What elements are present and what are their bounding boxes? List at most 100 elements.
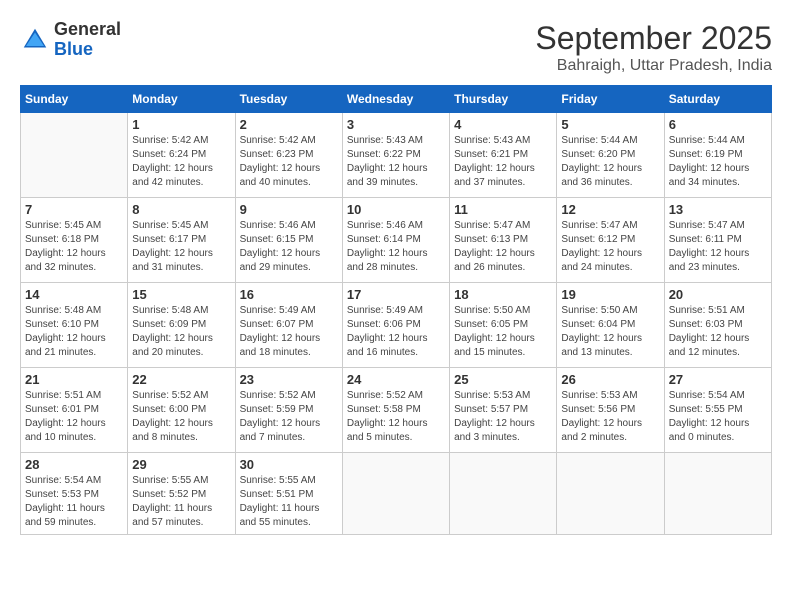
calendar-cell: 19 Sunrise: 5:50 AM Sunset: 6:04 PM Dayli… <box>557 283 664 368</box>
cell-info: Sunrise: 5:43 AM Sunset: 6:22 PM Dayligh… <box>347 134 445 190</box>
day-number: 8 <box>132 202 230 217</box>
day-number: 6 <box>669 117 767 132</box>
logo-text: General Blue <box>54 20 121 60</box>
calendar-cell: 16 Sunrise: 5:49 AM Sunset: 6:07 PM Dayli… <box>235 283 342 368</box>
day-number: 28 <box>25 457 123 472</box>
day-number: 1 <box>132 117 230 132</box>
day-number: 10 <box>347 202 445 217</box>
cell-info: Sunrise: 5:50 AM Sunset: 6:05 PM Dayligh… <box>454 304 552 360</box>
day-number: 16 <box>240 287 338 302</box>
calendar-cell: 20 Sunrise: 5:51 AM Sunset: 6:03 PM Dayli… <box>664 283 771 368</box>
cell-info: Sunrise: 5:44 AM Sunset: 6:20 PM Dayligh… <box>561 134 659 190</box>
day-number: 24 <box>347 372 445 387</box>
day-number: 18 <box>454 287 552 302</box>
calendar-cell <box>342 453 449 535</box>
calendar-cell: 9 Sunrise: 5:46 AM Sunset: 6:15 PM Daylig… <box>235 198 342 283</box>
month-title: September 2025 <box>535 20 772 57</box>
day-number: 9 <box>240 202 338 217</box>
calendar-cell: 30 Sunrise: 5:55 AM Sunset: 5:51 PM Dayli… <box>235 453 342 535</box>
day-number: 20 <box>669 287 767 302</box>
cell-info: Sunrise: 5:48 AM Sunset: 6:10 PM Dayligh… <box>25 304 123 360</box>
calendar-cell: 17Sunrise: 5:49 AM Sunset: 6:06 PM Dayli… <box>342 283 449 368</box>
calendar-cell: 14 Sunrise: 5:48 AM Sunset: 6:10 PM Dayli… <box>21 283 128 368</box>
day-number: 22 <box>132 372 230 387</box>
logo-icon <box>20 25 50 55</box>
cell-info: Sunrise: 5:53 AM Sunset: 5:57 PM Dayligh… <box>454 389 552 445</box>
day-number: 2 <box>240 117 338 132</box>
calendar-cell: 29 Sunrise: 5:55 AM Sunset: 5:52 PM Dayli… <box>128 453 235 535</box>
calendar-cell: 4 Sunrise: 5:43 AM Sunset: 6:21 PM Daylig… <box>450 113 557 198</box>
cell-info: Sunrise: 5:52 AM Sunset: 5:59 PM Dayligh… <box>240 389 338 445</box>
calendar-cell: 23 Sunrise: 5:52 AM Sunset: 5:59 PM Dayli… <box>235 368 342 453</box>
cell-info: Sunrise: 5:50 AM Sunset: 6:04 PM Dayligh… <box>561 304 659 360</box>
cell-info: Sunrise: 5:45 AM Sunset: 6:17 PM Dayligh… <box>132 219 230 275</box>
cell-info: Sunrise: 5:47 AM Sunset: 6:13 PM Dayligh… <box>454 219 552 275</box>
day-number: 29 <box>132 457 230 472</box>
calendar: SundayMondayTuesdayWednesdayThursdayFrid… <box>20 85 772 535</box>
day-number: 7 <box>25 202 123 217</box>
cell-info: Sunrise: 5:52 AM Sunset: 5:58 PM Dayligh… <box>347 389 445 445</box>
column-header-sunday: Sunday <box>21 86 128 113</box>
calendar-cell: 12Sunrise: 5:47 AM Sunset: 6:12 PM Dayli… <box>557 198 664 283</box>
day-number: 14 <box>25 287 123 302</box>
day-number: 11 <box>454 202 552 217</box>
calendar-cell: 22 Sunrise: 5:52 AM Sunset: 6:00 PM Dayli… <box>128 368 235 453</box>
column-header-monday: Monday <box>128 86 235 113</box>
day-number: 4 <box>454 117 552 132</box>
cell-info: Sunrise: 5:47 AM Sunset: 6:11 PM Dayligh… <box>669 219 767 275</box>
calendar-cell: 8 Sunrise: 5:45 AM Sunset: 6:17 PM Daylig… <box>128 198 235 283</box>
cell-info: Sunrise: 5:49 AM Sunset: 6:07 PM Dayligh… <box>240 304 338 360</box>
calendar-cell: 13Sunrise: 5:47 AM Sunset: 6:11 PM Dayli… <box>664 198 771 283</box>
cell-info: Sunrise: 5:46 AM Sunset: 6:15 PM Dayligh… <box>240 219 338 275</box>
calendar-cell: 24 Sunrise: 5:52 AM Sunset: 5:58 PM Dayli… <box>342 368 449 453</box>
calendar-cell <box>664 453 771 535</box>
day-number: 5 <box>561 117 659 132</box>
calendar-cell: 11 Sunrise: 5:47 AM Sunset: 6:13 PM Dayli… <box>450 198 557 283</box>
calendar-cell: 1 Sunrise: 5:42 AM Sunset: 6:24 PM Daylig… <box>128 113 235 198</box>
location: Bahraigh, Uttar Pradesh, India <box>535 57 772 75</box>
calendar-cell <box>450 453 557 535</box>
cell-info: Sunrise: 5:51 AM Sunset: 6:03 PM Dayligh… <box>669 304 767 360</box>
day-number: 21 <box>25 372 123 387</box>
calendar-cell: 5 Sunrise: 5:44 AM Sunset: 6:20 PM Daylig… <box>557 113 664 198</box>
day-number: 27 <box>669 372 767 387</box>
calendar-cell: 2 Sunrise: 5:42 AM Sunset: 6:23 PM Daylig… <box>235 113 342 198</box>
calendar-cell: 27 Sunrise: 5:54 AM Sunset: 5:55 PM Dayli… <box>664 368 771 453</box>
title-area: September 2025 Bahraigh, Uttar Pradesh, … <box>535 20 772 75</box>
calendar-cell: 6 Sunrise: 5:44 AM Sunset: 6:19 PM Daylig… <box>664 113 771 198</box>
cell-info: Sunrise: 5:42 AM Sunset: 6:23 PM Dayligh… <box>240 134 338 190</box>
cell-info: Sunrise: 5:46 AM Sunset: 6:14 PM Dayligh… <box>347 219 445 275</box>
calendar-cell: 21 Sunrise: 5:51 AM Sunset: 6:01 PM Dayli… <box>21 368 128 453</box>
cell-info: Sunrise: 5:43 AM Sunset: 6:21 PM Dayligh… <box>454 134 552 190</box>
calendar-cell: 28 Sunrise: 5:54 AM Sunset: 5:53 PM Dayli… <box>21 453 128 535</box>
cell-info: Sunrise: 5:45 AM Sunset: 6:18 PM Dayligh… <box>25 219 123 275</box>
calendar-cell: 26 Sunrise: 5:53 AM Sunset: 5:56 PM Dayli… <box>557 368 664 453</box>
day-number: 25 <box>454 372 552 387</box>
column-header-thursday: Thursday <box>450 86 557 113</box>
cell-info: Sunrise: 5:44 AM Sunset: 6:19 PM Dayligh… <box>669 134 767 190</box>
cell-info: Sunrise: 5:53 AM Sunset: 5:56 PM Dayligh… <box>561 389 659 445</box>
cell-info: Sunrise: 5:51 AM Sunset: 6:01 PM Dayligh… <box>25 389 123 445</box>
header: General Blue September 2025 Bahraigh, Ut… <box>20 20 772 75</box>
day-number: 19 <box>561 287 659 302</box>
day-number: 23 <box>240 372 338 387</box>
column-header-tuesday: Tuesday <box>235 86 342 113</box>
cell-info: Sunrise: 5:54 AM Sunset: 5:55 PM Dayligh… <box>669 389 767 445</box>
calendar-cell: 3Sunrise: 5:43 AM Sunset: 6:22 PM Daylig… <box>342 113 449 198</box>
cell-info: Sunrise: 5:54 AM Sunset: 5:53 PM Dayligh… <box>25 474 123 530</box>
day-number: 30 <box>240 457 338 472</box>
calendar-header-row: SundayMondayTuesdayWednesdayThursdayFrid… <box>21 86 772 113</box>
cell-info: Sunrise: 5:55 AM Sunset: 5:51 PM Dayligh… <box>240 474 338 530</box>
calendar-cell: 7 Sunrise: 5:45 AM Sunset: 6:18 PM Daylig… <box>21 198 128 283</box>
calendar-cell: 15Sunrise: 5:48 AM Sunset: 6:09 PM Dayli… <box>128 283 235 368</box>
day-number: 12 <box>561 202 659 217</box>
column-header-saturday: Saturday <box>664 86 771 113</box>
calendar-cell <box>557 453 664 535</box>
cell-info: Sunrise: 5:42 AM Sunset: 6:24 PM Dayligh… <box>132 134 230 190</box>
calendar-cell <box>21 113 128 198</box>
cell-info: Sunrise: 5:55 AM Sunset: 5:52 PM Dayligh… <box>132 474 230 530</box>
column-header-wednesday: Wednesday <box>342 86 449 113</box>
day-number: 26 <box>561 372 659 387</box>
cell-info: Sunrise: 5:52 AM Sunset: 6:00 PM Dayligh… <box>132 389 230 445</box>
calendar-cell: 18 Sunrise: 5:50 AM Sunset: 6:05 PM Dayli… <box>450 283 557 368</box>
